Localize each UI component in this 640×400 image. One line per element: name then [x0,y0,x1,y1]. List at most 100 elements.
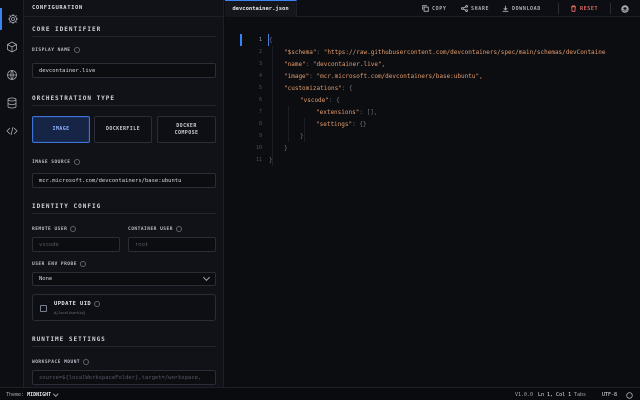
copy-button[interactable]: COPY [422,5,446,12]
line-number: 3 [258,61,262,67]
code-text: "name": "devcontainer.live", [284,60,386,68]
orchestration-dockerfile-option[interactable]: DOCKERFILE [94,116,152,143]
container-user-label: CONTAINER USER [128,226,182,232]
display-name-label: DISPLAY NAME [32,47,80,53]
select-value: None [39,276,53,282]
github-icon [626,391,633,399]
github-icon [621,5,629,13]
trash-icon [571,5,576,12]
code-icon [6,126,18,136]
editor-toolbar: devcontainer.json COPY SHARE DOWNLOAD RE… [225,0,640,17]
panel-title: CONFIGURATION [32,5,83,11]
download-icon [502,5,509,12]
code-line: 8 "settings": {} [225,118,640,130]
line-number: 8 [258,121,262,127]
orchestration-compose-option[interactable]: DOCKER COMPOSE [157,116,216,143]
code-text: "image": "mcr.microsoft.com/devcontainer… [284,72,483,80]
code-line: 5 "customizations": { [225,82,640,94]
section-orchestration-type: ORCHESTRATION TYPE [32,95,116,102]
user-env-probe-select[interactable]: None [32,272,216,286]
container-user-input[interactable]: root [128,237,216,252]
github-button[interactable] [621,5,629,13]
panel-header: CONFIGURATION [24,0,223,17]
user-env-probe-label: USER ENV PROBE [32,261,86,267]
help-icon[interactable] [94,301,101,307]
status-bar: Theme: MIDNIGHT V1.0.0 Ln 1, Col 1 Tabs … [0,387,640,400]
help-icon[interactable] [73,159,80,165]
divider [32,213,216,214]
share-icon [461,5,468,12]
storage-nav-button[interactable] [0,92,24,114]
code-line: 1 { [225,34,640,46]
download-label: DOWNLOAD [512,5,541,12]
code-text: "extensions": [], [316,108,378,116]
display-name-input[interactable]: devcontainer.live [32,63,216,78]
divider [610,3,611,14]
line-number: 6 [258,97,262,103]
code-text: { [269,36,273,44]
code-line: 2 "$schema": "https://raw.githubusercont… [225,46,640,58]
remote-user-label: REMOTE USER [32,226,77,232]
container-nav-button[interactable] [0,36,24,58]
globe-icon [7,70,17,80]
reset-button[interactable]: RESET [570,5,598,12]
code-line: 7 "extensions": [], [225,106,640,118]
share-button[interactable]: SHARE [461,5,489,12]
theme-value: MIDNIGHT [27,391,52,398]
help-icon[interactable] [79,261,86,267]
section-core-identifier: CORE IDENTIFIER [32,26,102,33]
line-number: 10 [255,145,262,151]
chevron-down-icon [202,273,211,282]
line-number: 2 [258,49,262,55]
chevron-down-icon [53,391,59,396]
code-text: "customizations": { [284,84,353,92]
cursor-position[interactable]: Ln 1, Col 1 [538,392,571,398]
code-nav-button[interactable] [0,120,24,142]
help-icon[interactable] [70,226,77,232]
help-icon[interactable] [83,359,90,365]
code-line: 3 "name": "devcontainer.live", [225,58,640,70]
update-uid-checkbox[interactable] [40,305,47,312]
code-text: "vscode": { [300,96,340,104]
tab-devcontainer-json[interactable]: devcontainer.json [225,0,297,17]
reset-label: RESET [580,5,599,12]
database-icon [7,97,17,109]
update-uid-subtitle: #{localUserUid} [54,311,86,315]
workspace-mount-input[interactable]: source=${localWorkspaceFolder},target=/w… [32,370,216,385]
download-button[interactable]: DOWNLOAD [502,5,541,12]
help-icon[interactable] [73,47,80,53]
file-encoding[interactable]: UTF-8 [602,392,617,398]
code-text: } [269,156,273,164]
update-uid-title: UPDATE UID [54,301,101,307]
line-number: 4 [258,73,262,79]
version-text: V1.0.0 [515,391,534,398]
image-source-input[interactable]: mcr.microsoft.com/devcontainers/base:ubu… [32,173,216,188]
network-nav-button[interactable] [0,64,24,86]
workspace-mount-label: WORKSPACE MOUNT [32,359,90,365]
line-number: 9 [258,133,262,139]
code-text: "$schema": "https://raw.githubuserconten… [284,48,606,56]
divider [558,3,559,14]
theme-selector[interactable]: Theme: MIDNIGHT [6,391,59,398]
code-editor[interactable]: 1 { 2 "$schema": "https://raw.githubuser… [225,17,640,387]
copy-icon [422,5,429,12]
gear-icon [8,14,18,24]
share-label: SHARE [471,5,490,12]
code-line: 6 "vscode": { [225,94,640,106]
configuration-panel: CONFIGURATION CORE IDENTIFIER DISPLAY NA… [24,0,224,387]
code-text: } [300,132,304,140]
divider [32,346,216,347]
settings-nav-button[interactable] [0,8,24,30]
divider [32,36,216,37]
orchestration-image-option[interactable]: IMAGE [32,116,90,143]
github-status-icon[interactable] [626,391,633,399]
update-uid-card[interactable]: UPDATE UID #{localUserUid} [32,294,216,321]
remote-user-input[interactable]: vscode [32,237,120,252]
theme-label: Theme: [6,391,25,398]
help-icon[interactable] [175,226,182,232]
section-runtime-settings: RUNTIME SETTINGS [32,336,106,343]
activity-rail [0,0,24,387]
indentation-mode[interactable]: Tabs [574,392,586,398]
code-line: 4 "image": "mcr.microsoft.com/devcontain… [225,70,640,82]
cube-icon [7,41,17,53]
